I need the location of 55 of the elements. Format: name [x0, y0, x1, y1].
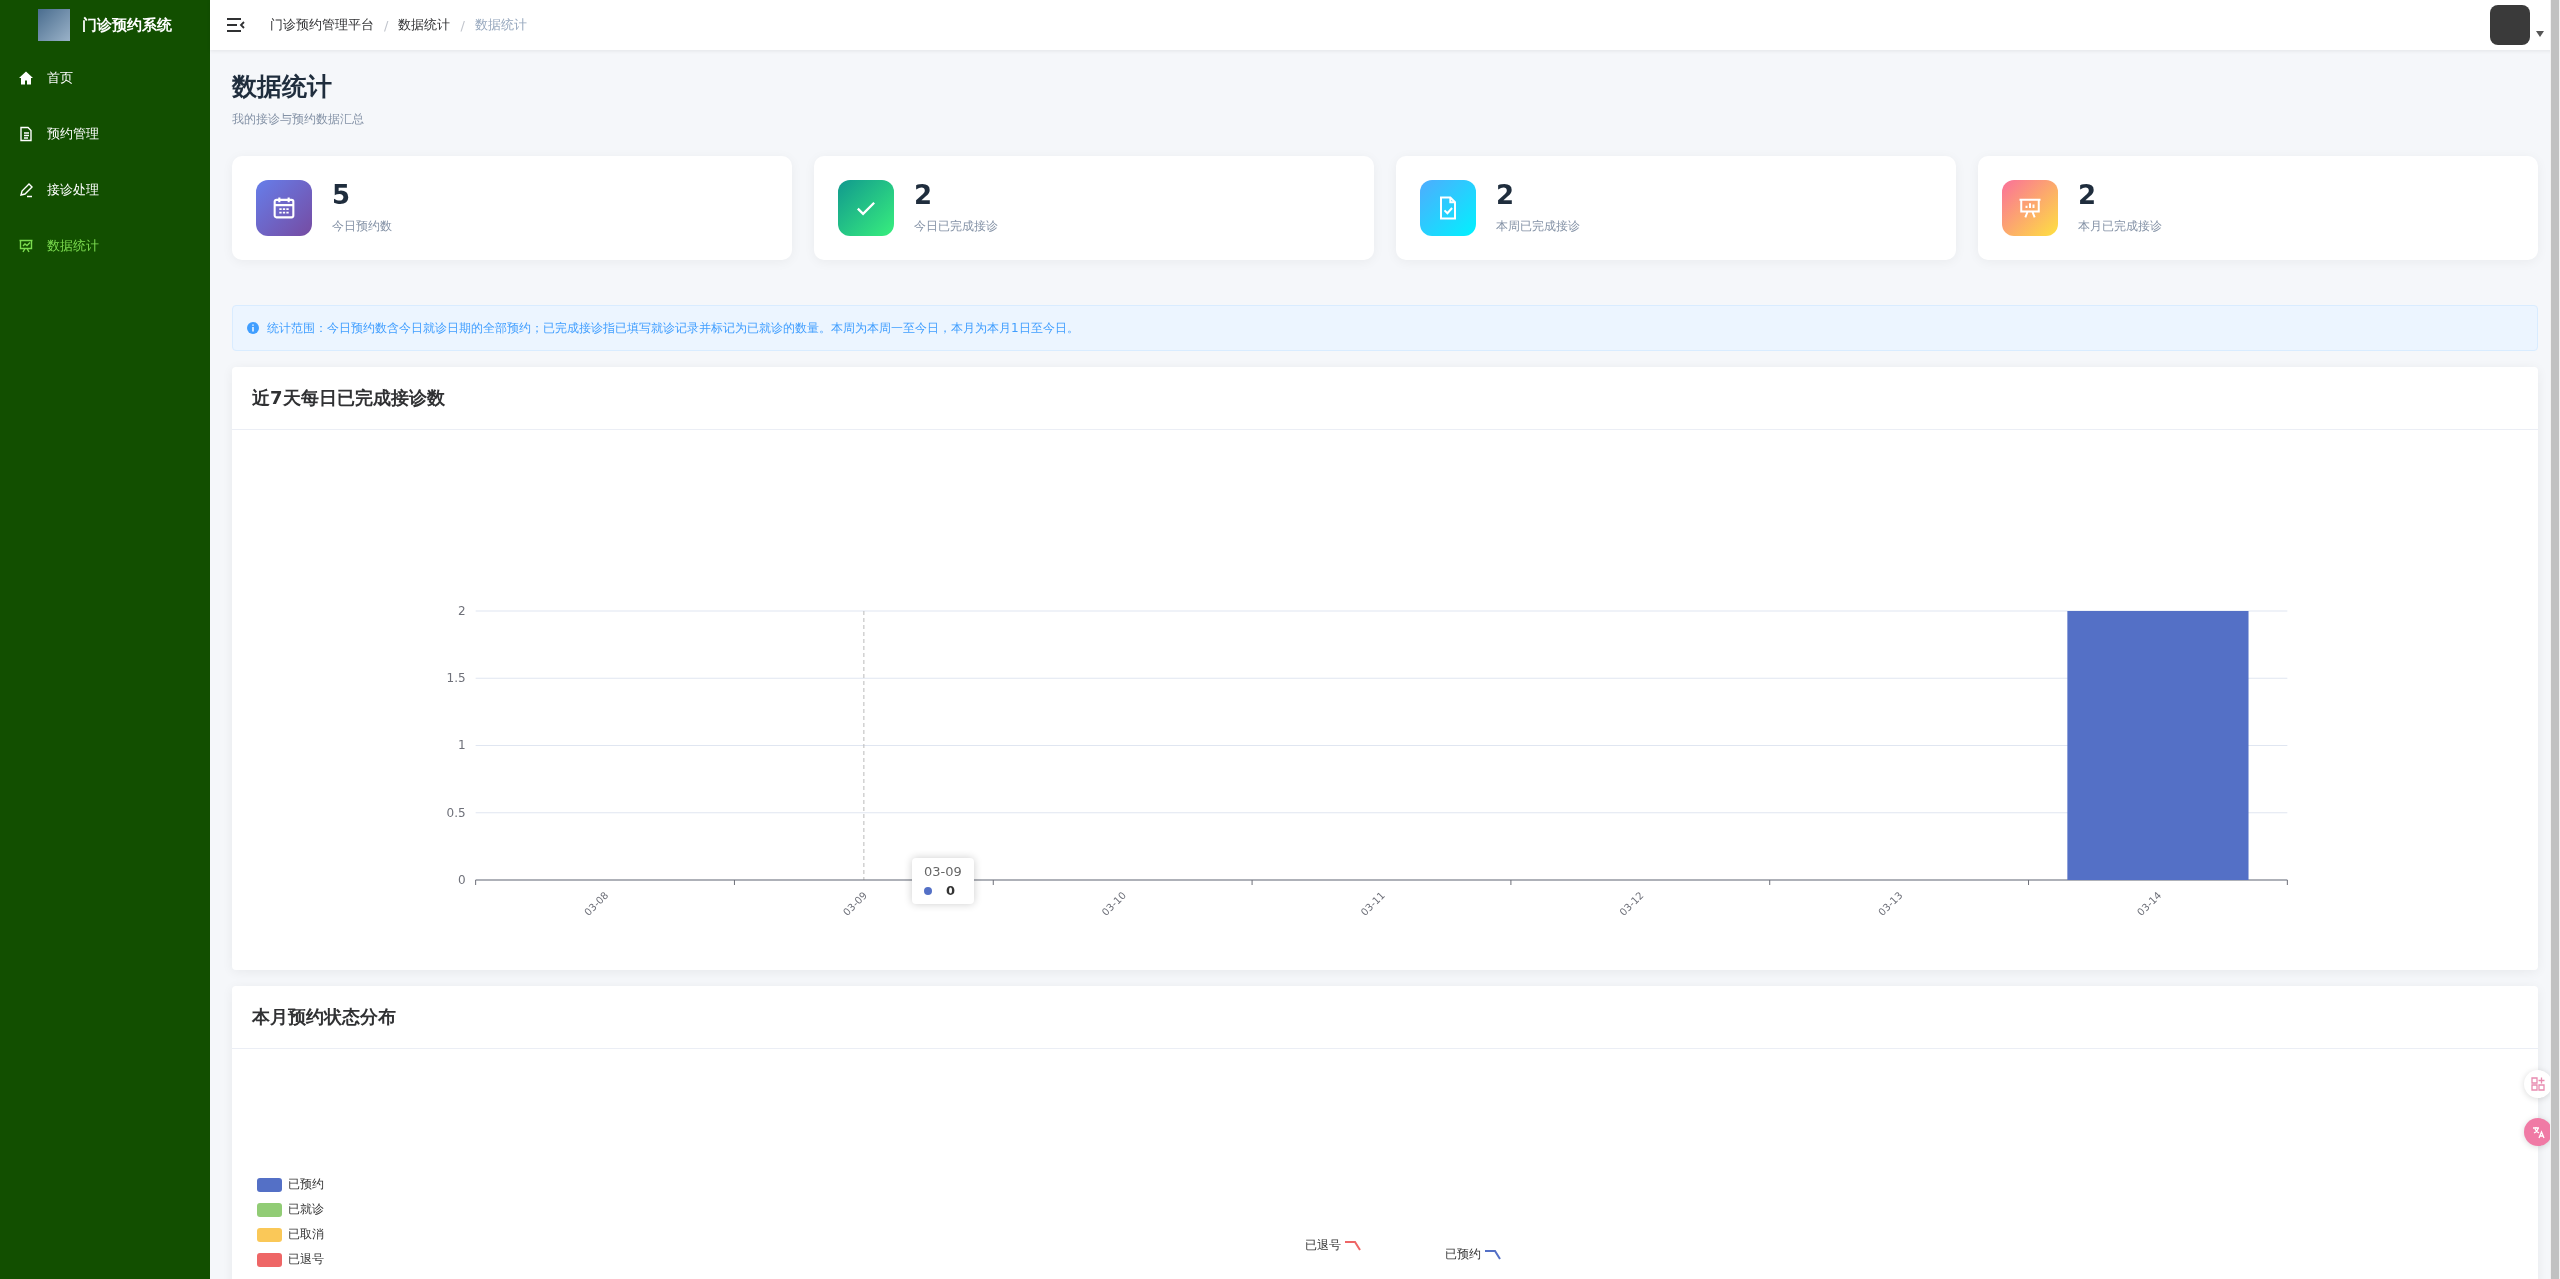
- breadcrumb-item[interactable]: 数据统计: [398, 16, 451, 34]
- calendar-icon: [256, 180, 312, 236]
- home-icon: [18, 70, 34, 86]
- sidebar-item[interactable]: 接诊处理: [0, 162, 210, 218]
- y-axis-label: 2: [457, 604, 466, 618]
- sidebar-item[interactable]: 预约管理: [0, 106, 210, 162]
- chart-board-icon: [18, 238, 34, 254]
- stat-label: 今日预约数: [332, 217, 392, 235]
- stat-value: 2: [2078, 181, 2098, 208]
- stat-value: 2: [914, 181, 934, 208]
- page-title: 数据统计: [232, 71, 333, 103]
- y-axis-label: 1.5: [446, 671, 466, 686]
- sidebar-item[interactable]: 数据统计: [0, 218, 210, 274]
- app-title: 门诊预约系统: [82, 15, 172, 35]
- legend-label[interactable]: 已退号: [288, 1251, 324, 1268]
- logo-image: [38, 9, 70, 41]
- avatar[interactable]: [2490, 5, 2530, 45]
- stat-value: 5: [332, 181, 352, 208]
- info-icon: [247, 322, 259, 334]
- legend-swatch[interactable]: [257, 1177, 282, 1192]
- legend-label[interactable]: 已就诊: [288, 1201, 324, 1218]
- stat-label: 今日已完成接诊: [914, 217, 998, 235]
- checkmark-icon: [838, 180, 894, 236]
- legend-label[interactable]: 已预约: [288, 1176, 324, 1193]
- y-axis-label: 1: [457, 738, 466, 753]
- scrollbar[interactable]: [2551, 0, 2559, 1279]
- stat-value: 2: [1496, 181, 1516, 208]
- y-axis-label: 0.5: [446, 805, 466, 820]
- pen-icon: [18, 182, 34, 198]
- legend-label[interactable]: 已取消: [288, 1226, 324, 1243]
- card-title: 本月预约状态分布: [252, 1005, 396, 1029]
- file-check-icon: [1420, 180, 1476, 236]
- slice-label: 已预约: [1445, 1246, 1481, 1263]
- legend-swatch[interactable]: [257, 1227, 282, 1242]
- stat-label: 本周已完成接诊: [1496, 217, 1580, 235]
- tooltip-title: 03-09: [924, 864, 962, 879]
- chart-board-icon: [2002, 180, 2058, 236]
- breadcrumb-separator: /: [384, 17, 389, 33]
- page-subtitle: 我的接诊与预约数据汇总: [232, 111, 365, 128]
- slice-label: 已退号: [1305, 1237, 1341, 1254]
- breadcrumb-separator: /: [460, 17, 465, 33]
- stat-label: 本月已完成接诊: [2078, 217, 2162, 235]
- caret-icon[interactable]: [2536, 31, 2544, 37]
- tooltip-value: 0: [946, 883, 956, 898]
- card-title: 近7天每日已完成接诊数: [252, 386, 445, 410]
- document-icon: [18, 126, 34, 142]
- series-dot: [924, 886, 932, 895]
- sidebar-item[interactable]: 首页: [0, 50, 210, 106]
- menu-icon[interactable]: [226, 17, 246, 33]
- legend-swatch[interactable]: [257, 1252, 282, 1267]
- breadcrumb-item: 数据统计: [474, 16, 527, 34]
- breadcrumb-item[interactable]: 门诊预约管理平台: [270, 16, 374, 34]
- info-text: 统计范围：今日预约数含今日就诊日期的全部预约；已完成接诊指已填写就诊记录并标记为已就诊的数量。本周为本周一至今日，本月为本月1日至今日。: [267, 319, 1079, 337]
- legend-swatch[interactable]: [257, 1202, 282, 1217]
- y-axis-label: 0: [457, 873, 466, 887]
